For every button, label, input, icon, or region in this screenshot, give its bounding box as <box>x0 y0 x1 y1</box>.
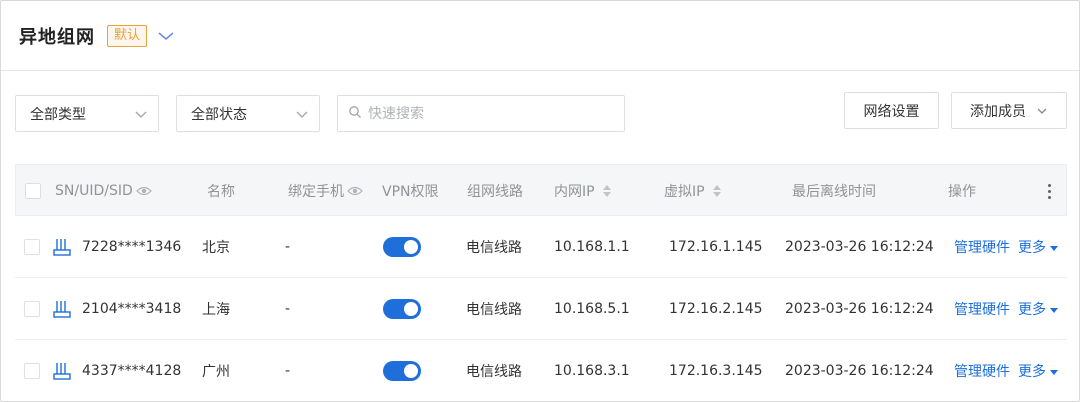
network-line: 电信线路 <box>466 240 522 256</box>
col-name-label: 名称 <box>207 184 235 200</box>
col-id-label: SN/UID/SID <box>55 183 133 199</box>
col-bind-phone-label: 绑定手机 <box>288 184 344 200</box>
more-label: 更多 <box>1018 364 1046 380</box>
col-bind-phone: 绑定手机 <box>288 165 363 217</box>
device-name: 北京 <box>202 240 230 256</box>
more-dropdown[interactable]: 更多 <box>1018 361 1058 381</box>
virtual-ip: 172.16.2.145 <box>669 301 763 317</box>
chevron-down-icon <box>1036 105 1048 117</box>
type-select-value: 全部类型 <box>30 106 86 123</box>
type-select[interactable]: 全部类型 <box>15 95 159 132</box>
col-name: 名称 <box>207 165 235 217</box>
last-offline-time: 2023-03-26 16:12:24 <box>785 301 934 317</box>
col-last-offline-label: 最后离线时间 <box>792 184 876 200</box>
router-icon <box>52 299 72 319</box>
col-vpn: VPN权限 <box>382 165 439 217</box>
add-member-label: 添加成员 <box>970 103 1026 120</box>
select-all-checkbox[interactable] <box>25 183 41 199</box>
col-virtual-ip[interactable]: 虚拟IP <box>664 165 721 217</box>
row-checkbox[interactable] <box>24 363 40 379</box>
col-vpn-label: VPN权限 <box>382 184 439 200</box>
caret-down-icon <box>1050 369 1058 375</box>
table-header: SN/UID/SID 名称 绑定手机 VPN权限 组网线路 内网IP 虚拟IP … <box>15 164 1067 216</box>
network-line: 电信线路 <box>466 364 522 380</box>
search-input[interactable] <box>368 105 608 122</box>
network-line: 电信线路 <box>466 302 522 318</box>
eye-icon[interactable] <box>347 185 363 197</box>
add-member-button[interactable]: 添加成员 <box>951 92 1067 129</box>
status-select-value: 全部状态 <box>191 106 247 123</box>
virtual-ip: 172.16.1.145 <box>669 239 763 255</box>
status-select[interactable]: 全部状态 <box>176 95 320 132</box>
network-settings-button[interactable]: 网络设置 <box>844 92 939 129</box>
last-offline-time: 2023-03-26 16:12:24 <box>785 363 934 379</box>
network-settings-label: 网络设置 <box>863 103 920 120</box>
col-line-label: 组网线路 <box>467 184 523 200</box>
search-icon <box>348 105 362 123</box>
more-vertical-icon[interactable] <box>1048 183 1051 199</box>
search-box[interactable] <box>337 95 625 132</box>
col-actions: 操作 <box>948 165 976 217</box>
vpn-toggle[interactable] <box>383 361 421 381</box>
sort-icon[interactable] <box>602 185 611 197</box>
manage-hardware-link[interactable]: 管理硬件 <box>954 361 1010 381</box>
table-row: 2104****3418 上海 - 电信线路 10.168.5.1 172.16… <box>15 278 1067 340</box>
row-checkbox[interactable] <box>24 301 40 317</box>
col-id: SN/UID/SID <box>55 165 152 217</box>
app-window: 异地组网 默认 全部类型 全部状态 网络设置 添加成员 <box>0 0 1080 402</box>
more-dropdown[interactable]: 更多 <box>1018 299 1058 319</box>
more-label: 更多 <box>1018 240 1046 256</box>
member-table: SN/UID/SID 名称 绑定手机 VPN权限 组网线路 内网IP 虚拟IP … <box>15 164 1067 401</box>
more-label: 更多 <box>1018 302 1046 318</box>
caret-down-icon <box>1050 307 1058 313</box>
last-offline-time: 2023-03-26 16:12:24 <box>785 239 934 255</box>
col-lan-ip-label: 内网IP <box>554 184 595 200</box>
vpn-toggle[interactable] <box>383 299 421 319</box>
bind-phone: - <box>285 363 291 379</box>
manage-hardware-link[interactable]: 管理硬件 <box>954 299 1010 319</box>
col-actions-label: 操作 <box>948 184 976 200</box>
bind-phone: - <box>285 301 291 317</box>
lan-ip: 10.168.3.1 <box>554 363 630 379</box>
bind-phone: - <box>285 239 291 255</box>
router-icon <box>52 361 72 381</box>
more-dropdown[interactable]: 更多 <box>1018 237 1058 257</box>
default-badge: 默认 <box>107 24 148 47</box>
chevron-down-icon <box>295 107 309 125</box>
page-header: 异地组网 默认 <box>1 1 1079 71</box>
col-line: 组网线路 <box>467 165 523 217</box>
table-row: 4337****4128 广州 - 电信线路 10.168.3.1 172.16… <box>15 340 1067 401</box>
select-all-checkbox-cell <box>25 165 41 217</box>
sort-icon[interactable] <box>712 185 721 197</box>
device-id: 4337****4128 <box>82 363 182 379</box>
col-last-offline: 最后离线时间 <box>792 165 876 217</box>
device-name: 广州 <box>202 364 230 380</box>
col-virtual-ip-label: 虚拟IP <box>664 184 705 200</box>
col-lan-ip[interactable]: 内网IP <box>554 165 611 217</box>
device-name: 上海 <box>202 302 230 318</box>
column-settings[interactable] <box>1048 165 1051 217</box>
eye-icon[interactable] <box>135 185 152 197</box>
vpn-toggle[interactable] <box>383 237 421 257</box>
router-icon <box>52 237 72 257</box>
row-checkbox[interactable] <box>24 239 40 255</box>
device-id: 2104****3418 <box>82 301 182 317</box>
virtual-ip: 172.16.3.145 <box>669 363 763 379</box>
device-id: 7228****1346 <box>82 239 182 255</box>
chevron-down-icon <box>134 107 148 125</box>
manage-hardware-link[interactable]: 管理硬件 <box>954 237 1010 257</box>
page-title: 异地组网 <box>19 26 95 48</box>
caret-down-icon <box>1050 245 1058 251</box>
lan-ip: 10.168.1.1 <box>554 239 630 255</box>
lan-ip: 10.168.5.1 <box>554 301 630 317</box>
table-row: 7228****1346 北京 - 电信线路 10.168.1.1 172.16… <box>15 216 1067 278</box>
chevron-down-icon[interactable] <box>157 27 175 45</box>
